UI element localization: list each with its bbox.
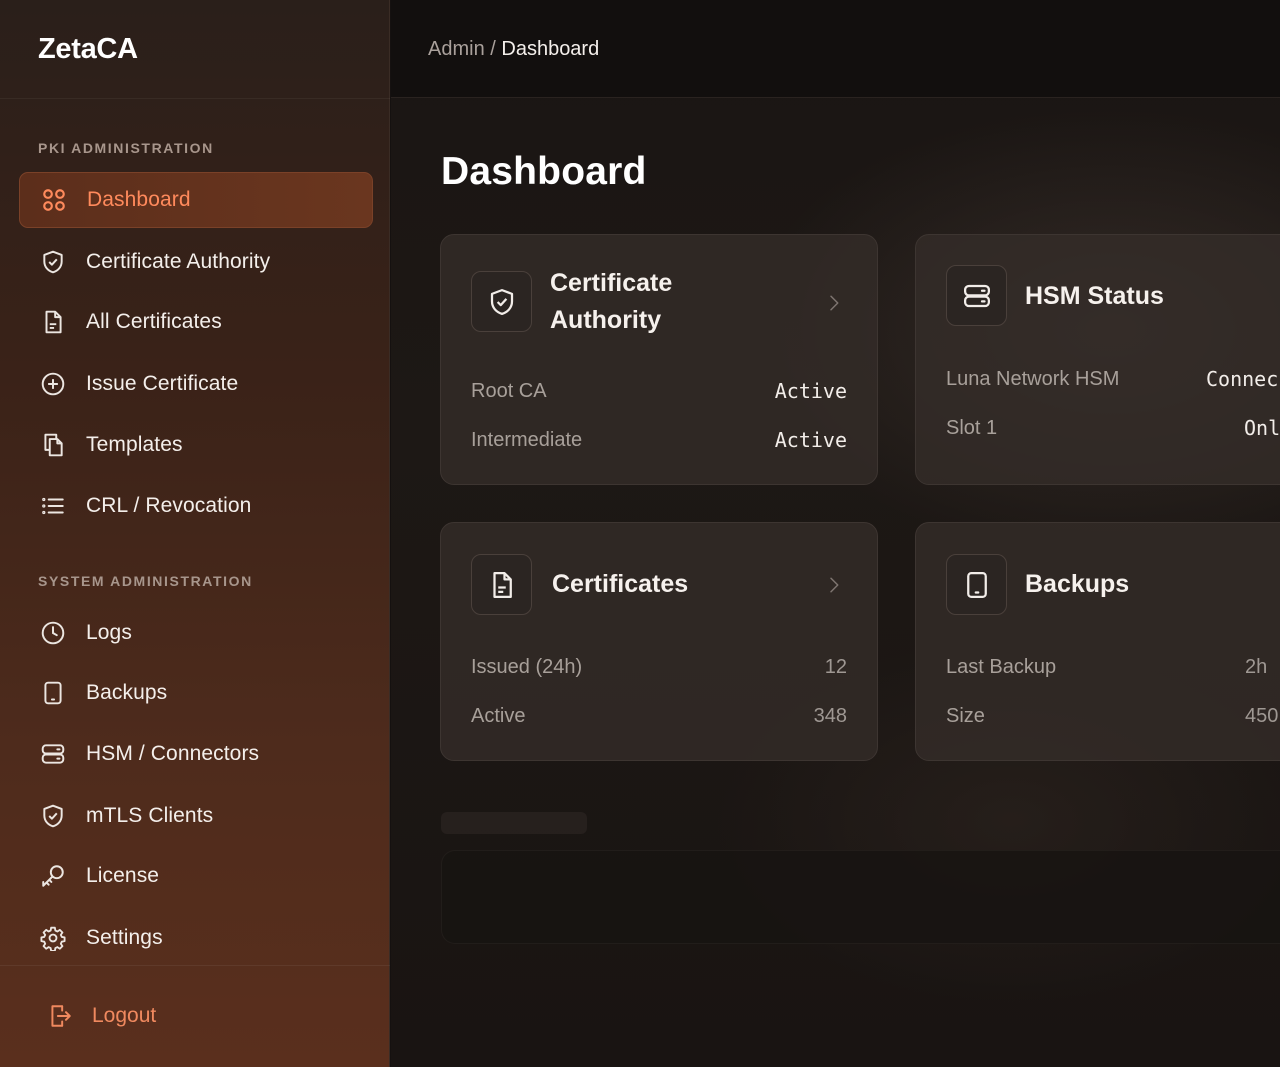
sidebar-item-license[interactable]: License [19, 848, 373, 904]
card-hsm-status[interactable]: HSM Status Luna Network HSM Connec Slot … [915, 234, 1280, 485]
sidebar-item-dashboard[interactable]: Dashboard [19, 172, 373, 228]
sidebar-item-label: mTLS Clients [86, 804, 214, 827]
section-label-system: SYSTEM ADMINISTRATION [38, 573, 253, 589]
shield-check-icon [471, 271, 532, 332]
row-label: Luna Network HSM [946, 367, 1120, 390]
brand-logo[interactable]: ZetaCA [38, 33, 138, 66]
skeleton-heading [441, 812, 587, 834]
count-value: 2h [1245, 655, 1268, 678]
card-row: Slot 1 Onl [946, 413, 1280, 443]
sidebar-item-label: HSM / Connectors [86, 742, 260, 765]
sidebar-item-label: All Certificates [86, 310, 222, 333]
clock-icon [39, 619, 67, 647]
sidebar-item-backups[interactable]: Backups [19, 665, 373, 721]
card-row: Luna Network HSM Connec [946, 364, 1280, 394]
sidebar-item-label: Settings [86, 926, 163, 949]
list-icon [39, 492, 67, 520]
divider [0, 98, 390, 99]
sidebar-item-hsm-connectors[interactable]: HSM / Connectors [19, 726, 373, 782]
sidebar: ZetaCA PKI ADMINISTRATION Dashboard Cert… [0, 0, 390, 1067]
key-icon [39, 862, 67, 890]
card-row: Issued (24h) 12 [471, 652, 847, 682]
breadcrumb: Admin / Dashboard [428, 38, 599, 61]
card-title: Backups [1025, 570, 1130, 598]
card-title: Certificates [552, 570, 689, 598]
sidebar-item-label: Backups [86, 681, 168, 704]
breadcrumb-current: Dashboard [501, 38, 600, 60]
status-value: Active [774, 379, 847, 403]
skeleton-panel [441, 850, 1280, 944]
row-label: Issued (24h) [471, 655, 583, 678]
row-label: Active [471, 704, 526, 727]
logout-icon [46, 1002, 74, 1030]
sidebar-item-label: Certificate Authority [86, 250, 271, 273]
copy-icon [39, 431, 67, 459]
card-row: Root CA Active [471, 376, 847, 406]
card-row: Size 450 [946, 701, 1280, 731]
card-title: HSM Status [1025, 282, 1164, 310]
breadcrumb-parent[interactable]: Admin [428, 38, 485, 60]
sidebar-item-certificate-authority[interactable]: Certificate Authority [19, 234, 373, 290]
tablet-icon [39, 679, 67, 707]
card-row: Active 348 [471, 701, 847, 731]
document-icon [39, 308, 67, 336]
server-icon [946, 265, 1007, 326]
sidebar-item-issue-certificate[interactable]: Issue Certificate [19, 356, 373, 412]
grid-icon [40, 186, 68, 214]
section-label-pki: PKI ADMINISTRATION [38, 140, 214, 156]
status-value: Active [774, 428, 847, 452]
sidebar-item-mtls-clients[interactable]: mTLS Clients [19, 788, 373, 844]
logout-label: Logout [92, 1004, 157, 1027]
document-icon [471, 554, 532, 615]
card-title-line: Certificate [550, 269, 673, 297]
card-certificate-authority[interactable]: Certificate Authority Root CA Active Int… [440, 234, 878, 485]
card-title-line: Authority [550, 306, 662, 334]
top-bar: Admin / Dashboard [391, 0, 1280, 98]
card-backups[interactable]: Backups Last Backup 2h Size 450 [915, 522, 1280, 761]
count-value: 450 [1245, 704, 1279, 727]
chevron-right-icon[interactable] [825, 294, 843, 312]
sidebar-item-label: CRL / Revocation [86, 494, 252, 517]
app-window: ZetaCA PKI ADMINISTRATION Dashboard Cert… [0, 0, 1280, 1067]
plus-circle-icon [39, 370, 67, 398]
count-value: 348 [813, 704, 847, 727]
card-certificates[interactable]: Certificates Issued (24h) 12 Active 348 [440, 522, 878, 761]
sidebar-item-crl-revocation[interactable]: CRL / Revocation [19, 478, 373, 534]
sidebar-item-label: Issue Certificate [86, 372, 239, 395]
row-label: Size [946, 704, 985, 727]
sidebar-item-label: Templates [86, 433, 183, 456]
sidebar-item-label: License [86, 864, 160, 887]
page-title: Dashboard [441, 150, 647, 193]
sidebar-item-label: Dashboard [87, 188, 191, 211]
sidebar-item-settings[interactable]: Settings [19, 910, 373, 966]
row-label: Slot 1 [946, 416, 998, 439]
shield-check-icon [39, 248, 67, 276]
card-row: Last Backup 2h [946, 652, 1280, 682]
sidebar-item-templates[interactable]: Templates [19, 417, 373, 473]
sidebar-item-label: Logs [86, 621, 132, 644]
status-value: Connec [1206, 367, 1279, 391]
row-label: Root CA [471, 379, 547, 402]
shield-check-icon [39, 802, 67, 830]
row-label: Last Backup [946, 655, 1057, 678]
card-title: Certificate Authority [550, 265, 672, 339]
chevron-right-icon[interactable] [825, 576, 843, 594]
count-value: 12 [824, 655, 847, 678]
logout-button[interactable]: Logout [46, 996, 156, 1036]
main-content: Admin / Dashboard Dashboard Certificate … [391, 0, 1280, 1067]
card-row: Intermediate Active [471, 425, 847, 455]
server-icon [39, 740, 67, 768]
breadcrumb-separator: / [484, 38, 502, 60]
gear-icon [39, 924, 67, 952]
divider [0, 965, 390, 966]
status-value: Onl [1244, 416, 1280, 440]
sidebar-item-all-certificates[interactable]: All Certificates [19, 294, 373, 350]
tablet-icon [946, 554, 1007, 615]
row-label: Intermediate [471, 428, 583, 451]
sidebar-item-logs[interactable]: Logs [19, 605, 373, 661]
